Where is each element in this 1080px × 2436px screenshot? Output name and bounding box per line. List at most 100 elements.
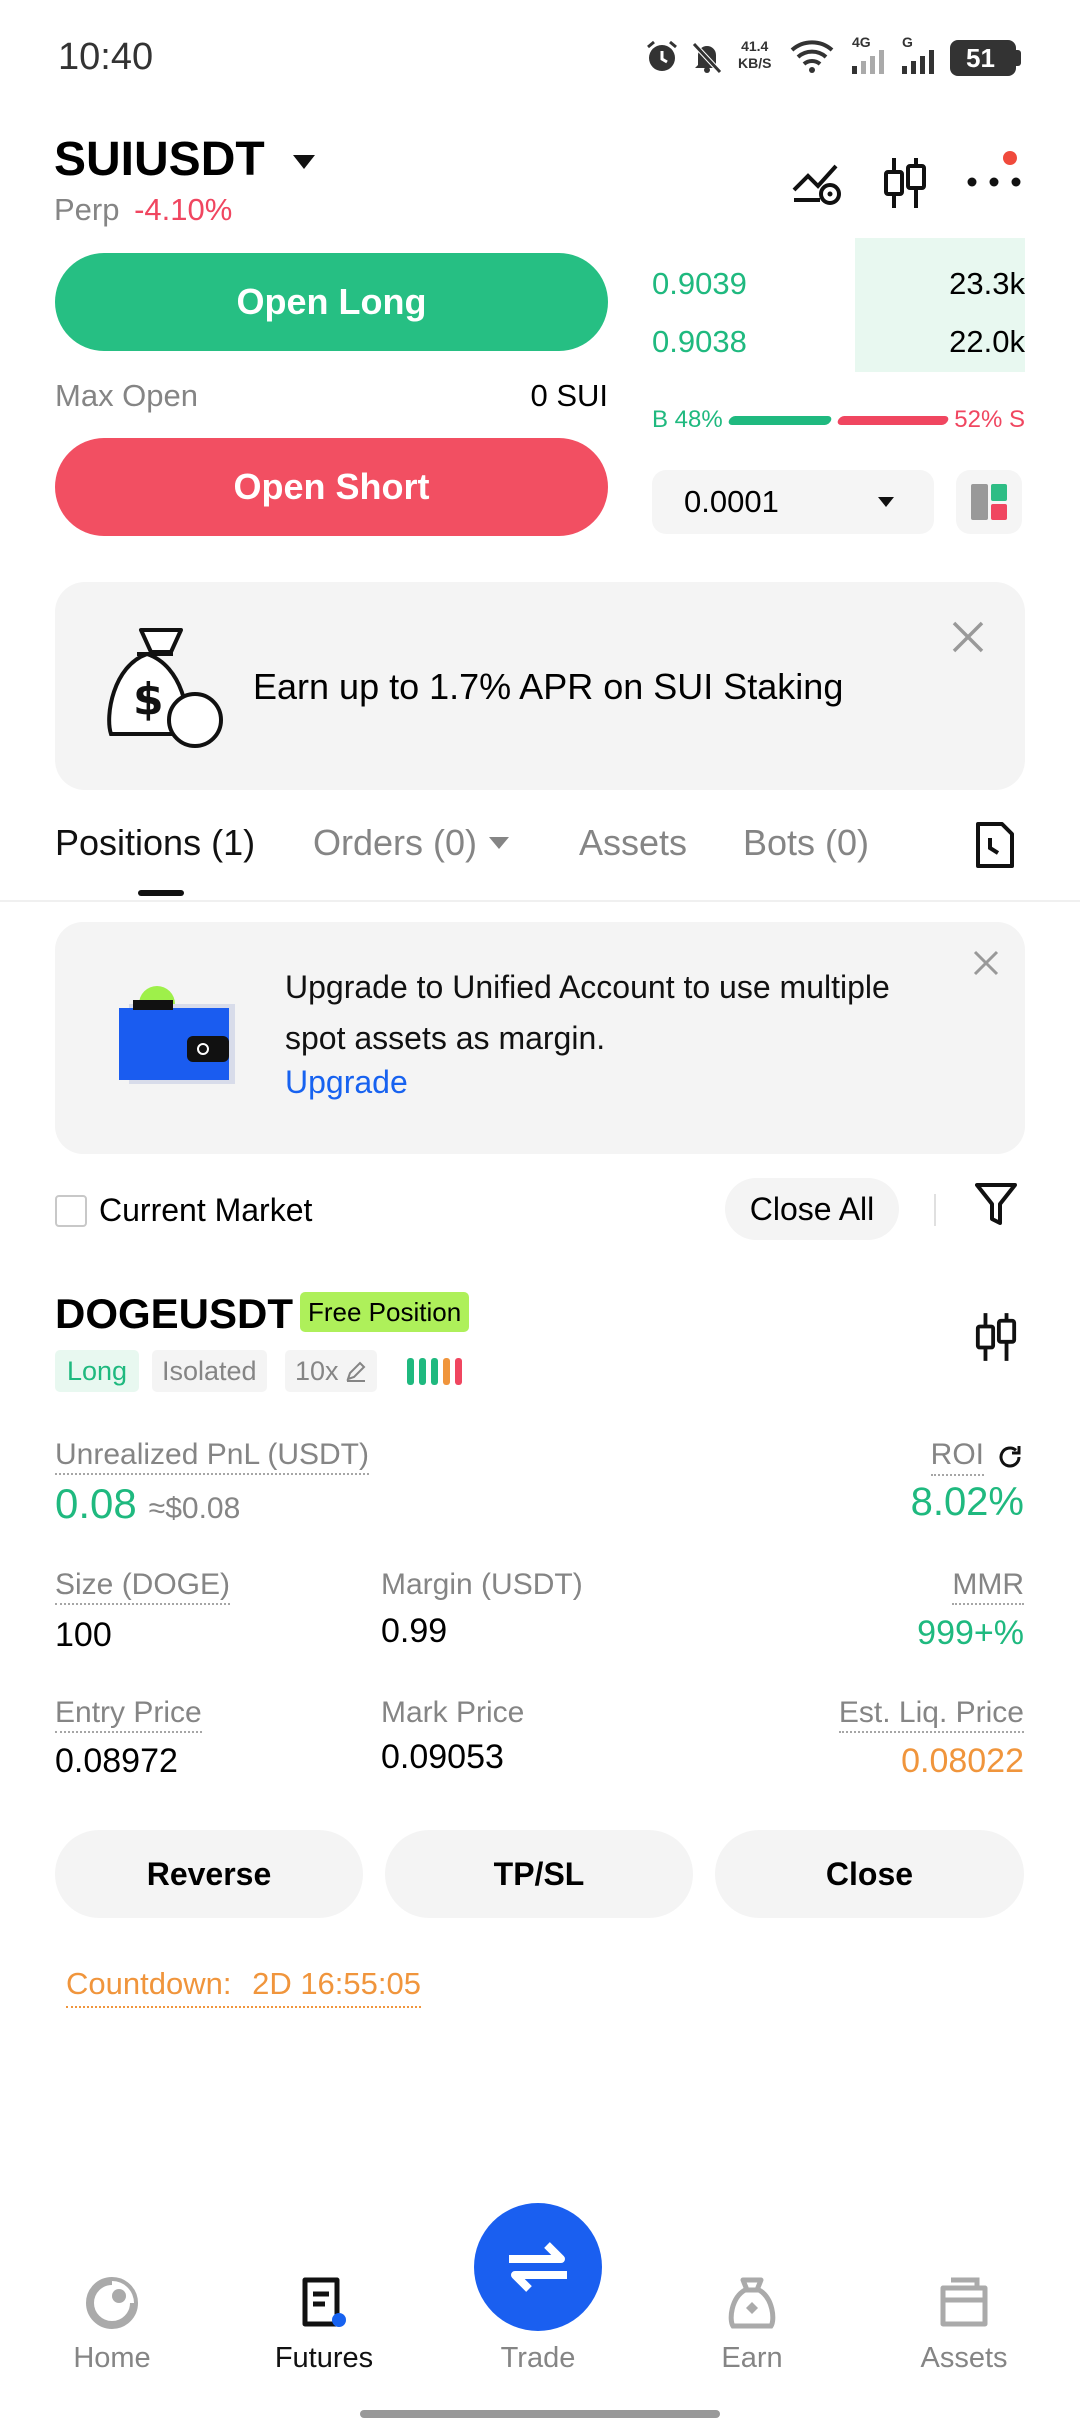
tpsl-label: TP/SL	[493, 1855, 585, 1892]
max-open-label: Max Open	[55, 378, 199, 413]
nav-assets-label: Assets	[920, 2342, 1008, 2374]
candlestick-chart-icon[interactable]	[882, 156, 928, 210]
home-indicator	[360, 2410, 720, 2418]
tag-isolated: Isolated	[152, 1350, 267, 1392]
size-value: 100	[55, 1616, 112, 1654]
bid-price: 0.9039	[652, 266, 747, 301]
countdown: Countdown: 2D 16:55:05	[66, 1966, 421, 2008]
nav-earn-label: Earn	[721, 2342, 783, 2374]
orderbook-row[interactable]: 0.9038 22.0k	[652, 324, 1025, 360]
nav-trade-label: Trade	[500, 2342, 576, 2374]
tpsl-button[interactable]: TP/SL	[385, 1830, 693, 1918]
orderbook-row[interactable]: 0.9039 23.3k	[652, 266, 1025, 302]
countdown-value: 2D 16:55:05	[252, 1966, 421, 2001]
pnl-value: 0.08	[55, 1480, 137, 1527]
tab-bots[interactable]: Bots (0)	[743, 822, 869, 864]
close-position-label: Close	[825, 1855, 914, 1892]
tab-positions-label: Positions (1)	[55, 822, 256, 863]
net-speed: 41.4 KB/S	[738, 38, 771, 72]
nav-futures[interactable]: Futures	[252, 2276, 396, 2375]
pnl-label[interactable]: Unrealized PnL (USDT)	[55, 1438, 369, 1475]
signal-icon-2	[902, 50, 938, 74]
current-market-checkbox[interactable]: Current Market	[55, 1192, 312, 1229]
contract-info: Perp -4.10%	[54, 192, 232, 228]
net-speed-unit: KB/S	[738, 55, 772, 71]
trade-fab[interactable]	[474, 2203, 602, 2331]
bid-price: 0.9038	[652, 324, 747, 359]
net-type-2: G	[902, 34, 913, 50]
countdown-label: Countdown:	[66, 1966, 232, 2001]
tag-long: Long	[55, 1350, 140, 1392]
risk-indicator	[407, 1358, 462, 1385]
leverage-button[interactable]: 10x	[285, 1350, 377, 1392]
assets-icon	[940, 2277, 988, 2327]
caret-down-icon	[292, 154, 315, 169]
battery-level: 51	[966, 42, 995, 73]
tabs-divider	[0, 900, 1080, 902]
open-long-label: Open Long	[236, 281, 427, 322]
history-icon[interactable]	[974, 822, 1016, 868]
roi-label[interactable]: ROI	[900, 1438, 1024, 1476]
current-market-label: Current Market	[99, 1192, 313, 1228]
mmr-value: 999+%	[917, 1614, 1024, 1652]
precision-select[interactable]: 0.0001	[652, 470, 934, 534]
free-position-label: Free Position	[308, 1296, 462, 1327]
liq-price-value: 0.08022	[901, 1742, 1024, 1780]
tab-assets[interactable]: Assets	[579, 822, 687, 864]
open-short-button[interactable]: Open Short	[55, 438, 608, 536]
contract-type: Perp	[54, 192, 120, 227]
mark-price-value: 0.09053	[381, 1738, 504, 1776]
bid-size: 22.0k	[949, 324, 1025, 359]
tab-positions[interactable]: Positions (1)	[55, 822, 255, 864]
reverse-button[interactable]: Reverse	[55, 1830, 363, 1918]
upgrade-link[interactable]: Upgrade	[285, 1064, 408, 1101]
nav-home-label: Home	[73, 2342, 151, 2374]
promo-banner[interactable]: $ Earn up to 1.7% APR on SUI Staking	[55, 582, 1025, 790]
mmr-label-text: MMR	[952, 1568, 1024, 1605]
close-all-button[interactable]: Close All	[725, 1178, 899, 1240]
symbol-selector[interactable]: SUIUSDT	[54, 132, 315, 187]
ratio-bar	[727, 415, 950, 425]
roi-label-text: ROI	[930, 1438, 984, 1476]
tab-orders[interactable]: Orders (0)	[313, 822, 510, 864]
nav-home[interactable]: Home	[40, 2276, 184, 2375]
close-icon[interactable]	[973, 950, 999, 976]
nav-earn[interactable]: Earn	[680, 2276, 824, 2375]
pnl-usd: ≈$0.08	[148, 1492, 241, 1525]
pnl-value-row: 0.08 ≈$0.08	[55, 1480, 240, 1528]
tab-orders-label: Orders (0)	[313, 822, 478, 863]
refresh-icon[interactable]	[996, 1443, 1024, 1471]
close-icon[interactable]	[951, 620, 985, 654]
money-bag-icon: $	[103, 626, 231, 750]
price-alert-icon[interactable]	[792, 160, 842, 206]
net-type-1: 4G	[852, 34, 871, 50]
orderbook-layout-button[interactable]	[956, 470, 1022, 534]
mark-price-label: Mark Price	[381, 1696, 525, 1729]
status-time: 10:40	[58, 36, 154, 78]
liq-price-label-text: Est. Liq. Price	[838, 1696, 1024, 1733]
tab-indicator	[138, 890, 184, 896]
position-symbol[interactable]: DOGEUSDT	[55, 1290, 293, 1338]
open-short-label: Open Short	[233, 466, 430, 507]
tab-assets-label: Assets	[579, 822, 688, 863]
upgrade-text: Upgrade to Unified Account to use multip…	[285, 969, 890, 1056]
entry-price-label: Entry Price	[55, 1696, 202, 1733]
open-long-button[interactable]: Open Long	[55, 253, 608, 351]
wallet-icon	[119, 984, 245, 1084]
more-options-icon[interactable]	[966, 148, 1026, 198]
free-position-badge: Free Position	[300, 1292, 470, 1332]
candlestick-chart-icon[interactable]	[974, 1310, 1018, 1364]
filter-icon[interactable]	[975, 1182, 1017, 1226]
nav-assets[interactable]: Assets	[892, 2276, 1036, 2375]
pnl-label-text: Unrealized PnL (USDT)	[55, 1438, 369, 1475]
liq-price-label: Est. Liq. Price	[760, 1696, 1024, 1733]
roi-value: 8.02%	[910, 1480, 1024, 1524]
size-label-text: Size (DOGE)	[55, 1568, 231, 1605]
tag-long-label: Long	[67, 1355, 128, 1386]
checkbox-box[interactable]	[55, 1194, 87, 1227]
edit-icon	[345, 1361, 365, 1382]
home-icon	[86, 2277, 138, 2329]
symbol-title: SUIUSDT	[54, 133, 265, 186]
upgrade-card: Upgrade to Unified Account to use multip…	[55, 922, 1025, 1154]
close-position-button[interactable]: Close	[715, 1830, 1024, 1918]
